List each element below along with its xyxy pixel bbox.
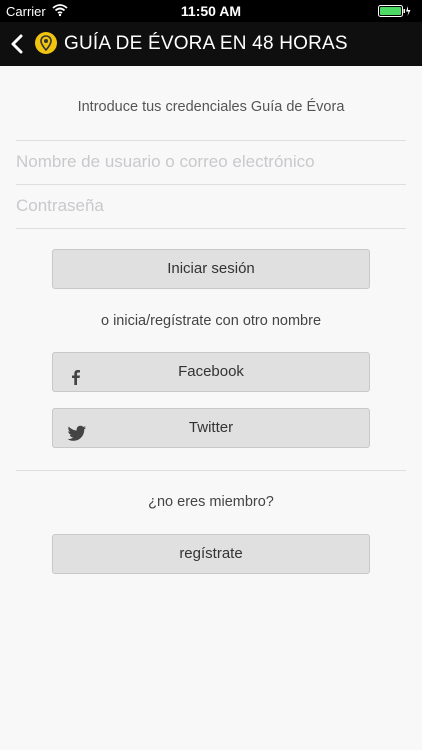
divider: [16, 228, 406, 229]
twitter-icon: [67, 419, 86, 441]
divider: [16, 470, 406, 471]
username-field[interactable]: [16, 147, 406, 177]
clock: 11:50 AM: [180, 3, 242, 19]
twitter-button-label: Twitter: [188, 419, 234, 436]
divider: [16, 140, 406, 141]
login-button-label: Iniciar sesión: [167, 260, 255, 277]
register-button[interactable]: regístrate: [52, 534, 370, 574]
facebook-button-label: Facebook: [178, 363, 244, 380]
social-prompt: o inicia/regístrate con otro nombre: [100, 313, 322, 329]
twitter-button[interactable]: Twitter: [52, 408, 370, 448]
register-button-label: regístrate: [179, 545, 243, 562]
divider: [16, 184, 406, 185]
login-button[interactable]: Iniciar sesión: [52, 249, 370, 289]
facebook-icon: [67, 363, 85, 385]
app-logo: [35, 32, 57, 54]
register-prompt: ¿no eres miembro?: [148, 494, 274, 510]
status-bar: Carrier 11:50 AM: [0, 0, 422, 22]
back-button[interactable]: [8, 31, 28, 57]
facebook-button[interactable]: Facebook: [52, 352, 370, 392]
login-intro: Introduce tus credenciales Guía de Évora: [77, 99, 345, 115]
password-field[interactable]: [16, 191, 406, 221]
nav-bar: GUÍA DE ÉVORA EN 48 HORAS: [0, 22, 422, 66]
battery-icon: [378, 5, 412, 20]
map-pin-icon: [40, 35, 52, 52]
page-title: GUÍA DE ÉVORA EN 48 HORAS: [64, 33, 348, 54]
chevron-left-icon: [11, 34, 23, 54]
